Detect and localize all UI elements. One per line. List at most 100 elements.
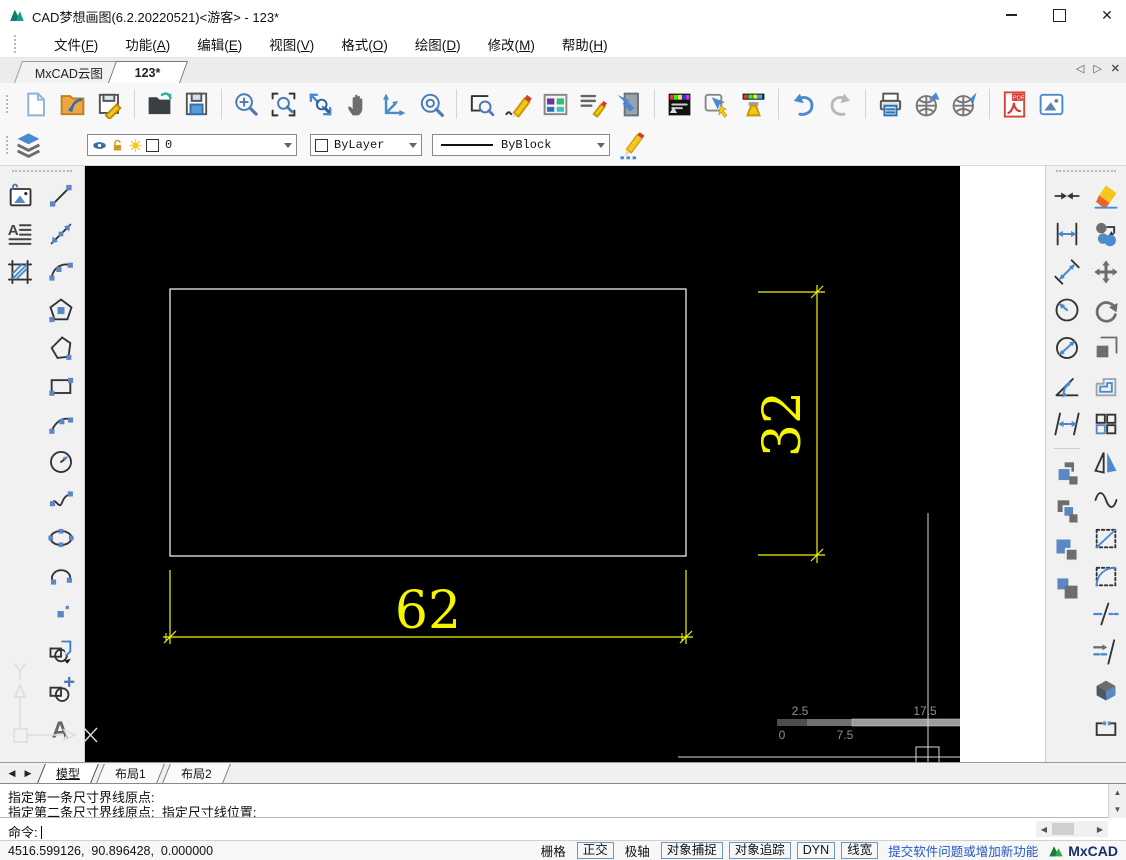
status-toggle-栅格[interactable]: 栅格 (536, 841, 571, 860)
layout-tab-1[interactable]: 模型 (37, 764, 99, 783)
layers-button[interactable] (12, 129, 45, 162)
menu-item-e[interactable]: 编辑(E) (197, 34, 242, 54)
order-back-icon[interactable] (1051, 496, 1082, 527)
layout-prev-icon[interactable]: ◀ (4, 765, 20, 781)
extend-icon[interactable] (1090, 636, 1121, 667)
dim-angular-icon[interactable] (1051, 370, 1082, 401)
menu-item-v[interactable]: 视图(V) (269, 34, 314, 54)
fillet-icon[interactable] (1090, 560, 1121, 591)
save-icon[interactable] (93, 88, 126, 121)
color-select[interactable]: ByLayer (310, 134, 422, 156)
status-toggle-对象捕捉[interactable]: 对象捕捉 (661, 842, 723, 859)
status-toggle-极轴[interactable]: 极轴 (620, 841, 655, 860)
web-publish-icon[interactable] (911, 88, 944, 121)
copy-icon[interactable] (1090, 218, 1121, 249)
scroll-right-icon[interactable]: ▶ (1092, 825, 1108, 834)
mirror-icon[interactable] (1090, 446, 1121, 477)
status-toggle-正交[interactable]: 正交 (577, 842, 614, 859)
eye-icon (92, 138, 107, 153)
dim-baseline-icon[interactable] (1051, 408, 1082, 439)
status-toggle-对象追踪[interactable]: 对象追踪 (729, 842, 791, 859)
zoom-in-icon[interactable] (230, 88, 263, 121)
command-horizontal-scrollbar[interactable]: ◀ ▶ (1036, 821, 1108, 837)
chevron-down-icon (284, 143, 292, 148)
pdf-export-icon[interactable]: PDF (998, 88, 1031, 121)
save-as-icon[interactable] (180, 88, 213, 121)
menu-item-d[interactable]: 绘图(D) (415, 34, 461, 54)
curve-icon[interactable] (1090, 484, 1121, 515)
find-select-icon[interactable] (465, 88, 498, 121)
dim-radius-icon[interactable] (1051, 294, 1082, 325)
order-below-icon[interactable] (1051, 572, 1082, 603)
layout-next-icon[interactable]: ▶ (20, 765, 36, 781)
redo-icon[interactable] (824, 88, 857, 121)
dim-aligned-icon[interactable] (1051, 256, 1082, 287)
command-window[interactable]: 指定第一条尺寸界线原点: 指定第二条尺寸界线原点: 指定尺寸线位置: 命令: ▲… (0, 783, 1126, 840)
web-open-icon[interactable] (948, 88, 981, 121)
scroll-up-icon[interactable]: ▲ (1109, 784, 1126, 801)
menu-item-h[interactable]: 帮助(H) (562, 34, 608, 54)
doc-tab-1[interactable]: MxCAD云图 (14, 61, 124, 83)
menu-item-a[interactable]: 功能(A) (125, 34, 170, 54)
menu-item-m[interactable]: 修改(M) (488, 34, 535, 54)
layout-tab-2[interactable]: 布局1 (96, 764, 164, 783)
command-vertical-scrollbar[interactable]: ▲ ▼ (1108, 784, 1126, 818)
status-toggle-DYN[interactable]: DYN (797, 842, 835, 859)
command-prompt[interactable]: 命令: (8, 822, 42, 841)
pencil-draw-icon[interactable] (502, 88, 535, 121)
new-file-icon[interactable] (19, 88, 52, 121)
rotate-icon[interactable] (1090, 294, 1121, 325)
array-icon[interactable] (1090, 408, 1121, 439)
draw-pencil-button[interactable] (616, 129, 649, 162)
page-export-icon[interactable] (613, 88, 646, 121)
zoom-circle-icon[interactable] (415, 88, 448, 121)
maximize-button[interactable] (1044, 6, 1074, 24)
scroll-left-icon[interactable]: ◀ (1036, 825, 1052, 834)
menu-item-f[interactable]: 文件(F) (54, 34, 98, 54)
dim-linear-icon[interactable] (1051, 218, 1082, 249)
text-edit-icon[interactable] (576, 88, 609, 121)
doc-tab-2[interactable]: 123* (108, 61, 188, 83)
minimize-button[interactable] (996, 6, 1026, 24)
region-icon[interactable] (1090, 712, 1121, 743)
break-icon[interactable] (1090, 598, 1121, 629)
select-flash-icon[interactable] (700, 88, 733, 121)
tab-close-icon[interactable]: ✕ (1111, 62, 1120, 75)
feedback-link[interactable]: 提交软件问题或增加新功能 (888, 841, 1038, 860)
chamfer-icon[interactable] (1090, 522, 1121, 553)
close-button[interactable]: ✕ (1092, 6, 1122, 24)
layer-panel-icon[interactable] (663, 88, 696, 121)
order-above-icon[interactable] (1051, 534, 1082, 565)
palette-icon[interactable] (539, 88, 572, 121)
linetype-select[interactable]: ByBlock (432, 134, 610, 156)
axes-icon[interactable] (378, 88, 411, 121)
toolbar-separator (221, 89, 222, 119)
zoom-window-icon[interactable] (267, 88, 300, 121)
scroll-down-icon[interactable]: ▼ (1109, 801, 1126, 818)
dim-converge-icon[interactable] (1051, 180, 1082, 211)
open-drawing-icon[interactable] (56, 88, 89, 121)
scale-icon[interactable] (1090, 332, 1121, 363)
menu-item-o[interactable]: 格式(O) (341, 34, 388, 54)
box-3d-icon[interactable] (1090, 674, 1121, 705)
dim-diameter-icon[interactable] (1051, 332, 1082, 363)
status-toggle-线宽[interactable]: 线宽 (841, 842, 878, 859)
print-icon[interactable] (874, 88, 907, 121)
erase-icon[interactable] (1090, 180, 1121, 211)
undo-icon[interactable] (787, 88, 820, 121)
drawing-canvas[interactable]: 62 32 2.5 17.5 0 7.5 (0, 166, 960, 762)
format-painter-icon[interactable] (737, 88, 770, 121)
scrollbar-thumb[interactable] (1052, 823, 1074, 835)
layout-tab-3[interactable]: 布局2 (162, 764, 230, 783)
order-front-icon[interactable] (1051, 458, 1082, 489)
move-icon[interactable] (1090, 256, 1121, 287)
offset-icon[interactable] (1090, 370, 1121, 401)
tab-next-icon[interactable]: ▷ (1093, 62, 1101, 75)
open-folder-icon[interactable] (143, 88, 176, 121)
image-export-icon[interactable] (1035, 88, 1068, 121)
zoom-extents-icon[interactable] (304, 88, 337, 121)
command-history-line: 指定第二条尺寸界线原点: 指定尺寸线位置: (8, 802, 256, 821)
tab-prev-icon[interactable]: ◁ (1076, 62, 1084, 75)
layer-select[interactable]: 0 (87, 134, 297, 156)
pan-icon[interactable] (341, 88, 374, 121)
